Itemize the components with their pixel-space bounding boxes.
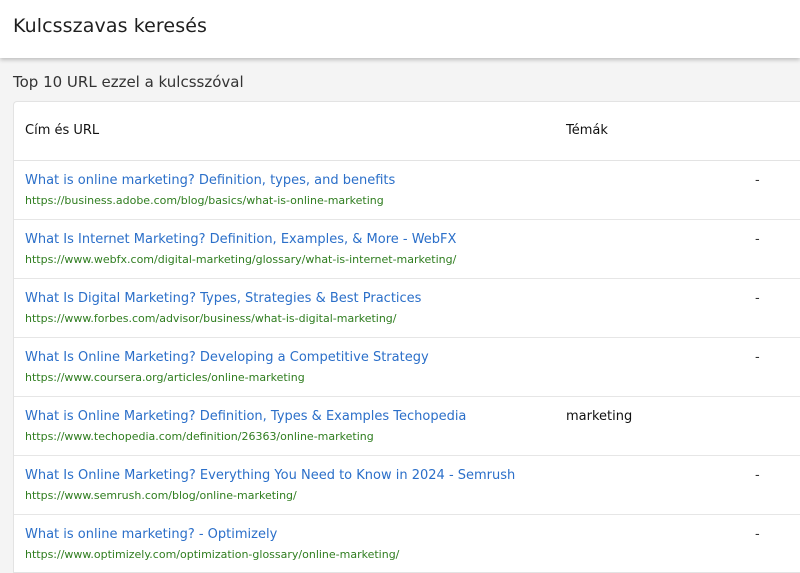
result-title-link[interactable]: What Is Digital Marketing? Types, Strate… bbox=[25, 291, 421, 306]
table-row: What is Online Marketing? Definition, Ty… bbox=[14, 397, 800, 456]
result-url: https://www.semrush.com/blog/online-mark… bbox=[25, 489, 297, 502]
result-title-link[interactable]: What is online marketing? Definition, ty… bbox=[25, 173, 395, 188]
column-header-topics: Témák bbox=[566, 123, 608, 138]
result-title-link[interactable]: What Is Online Marketing? Developing a C… bbox=[25, 350, 429, 365]
section-title: Top 10 URL ezzel a kulcsszóval bbox=[13, 73, 244, 91]
result-title-link[interactable]: What Is Online Marketing? Everything You… bbox=[25, 468, 515, 483]
result-url: https://www.forbes.com/advisor/business/… bbox=[25, 312, 397, 325]
result-title-link[interactable]: What is online marketing? - Optimizely bbox=[25, 527, 277, 542]
result-empty-value: - bbox=[755, 291, 760, 306]
app-header: Kulcsszavas keresés bbox=[0, 0, 800, 58]
result-url: https://www.webfx.com/digital-marketing/… bbox=[25, 253, 457, 266]
result-title-link[interactable]: What Is Internet Marketing? Definition, … bbox=[25, 232, 456, 247]
table-row: What Is Online Marketing? Developing a C… bbox=[14, 338, 800, 397]
result-empty-value: - bbox=[755, 527, 760, 542]
result-title-link[interactable]: What is Online Marketing? Definition, Ty… bbox=[25, 409, 466, 424]
table-row: What Is Internet Marketing? Definition, … bbox=[14, 220, 800, 279]
result-empty-value: - bbox=[755, 232, 760, 247]
table-row: What is online marketing? Definition, ty… bbox=[14, 161, 800, 220]
table-row: What is online marketing? - Optimizely h… bbox=[14, 515, 800, 572]
result-url: https://business.adobe.com/blog/basics/w… bbox=[25, 194, 384, 207]
result-url: https://www.techopedia.com/definition/26… bbox=[25, 430, 374, 443]
page-title: Kulcsszavas keresés bbox=[13, 15, 208, 37]
result-empty-value: - bbox=[755, 173, 760, 188]
table-row: What Is Digital Marketing? Types, Strate… bbox=[14, 279, 800, 338]
result-topic: marketing bbox=[566, 409, 633, 424]
column-header-title-url: Cím és URL bbox=[25, 123, 100, 138]
table-header: Cím és URL Témák bbox=[14, 102, 800, 161]
result-url: https://www.optimizely.com/optimization-… bbox=[25, 548, 400, 561]
table-row: What Is Online Marketing? Everything You… bbox=[14, 456, 800, 515]
result-empty-value: - bbox=[755, 468, 760, 483]
result-empty-value: - bbox=[755, 350, 760, 365]
result-url: https://www.coursera.org/articles/online… bbox=[25, 371, 305, 384]
results-card: Cím és URL Témák What is online marketin… bbox=[13, 101, 800, 573]
